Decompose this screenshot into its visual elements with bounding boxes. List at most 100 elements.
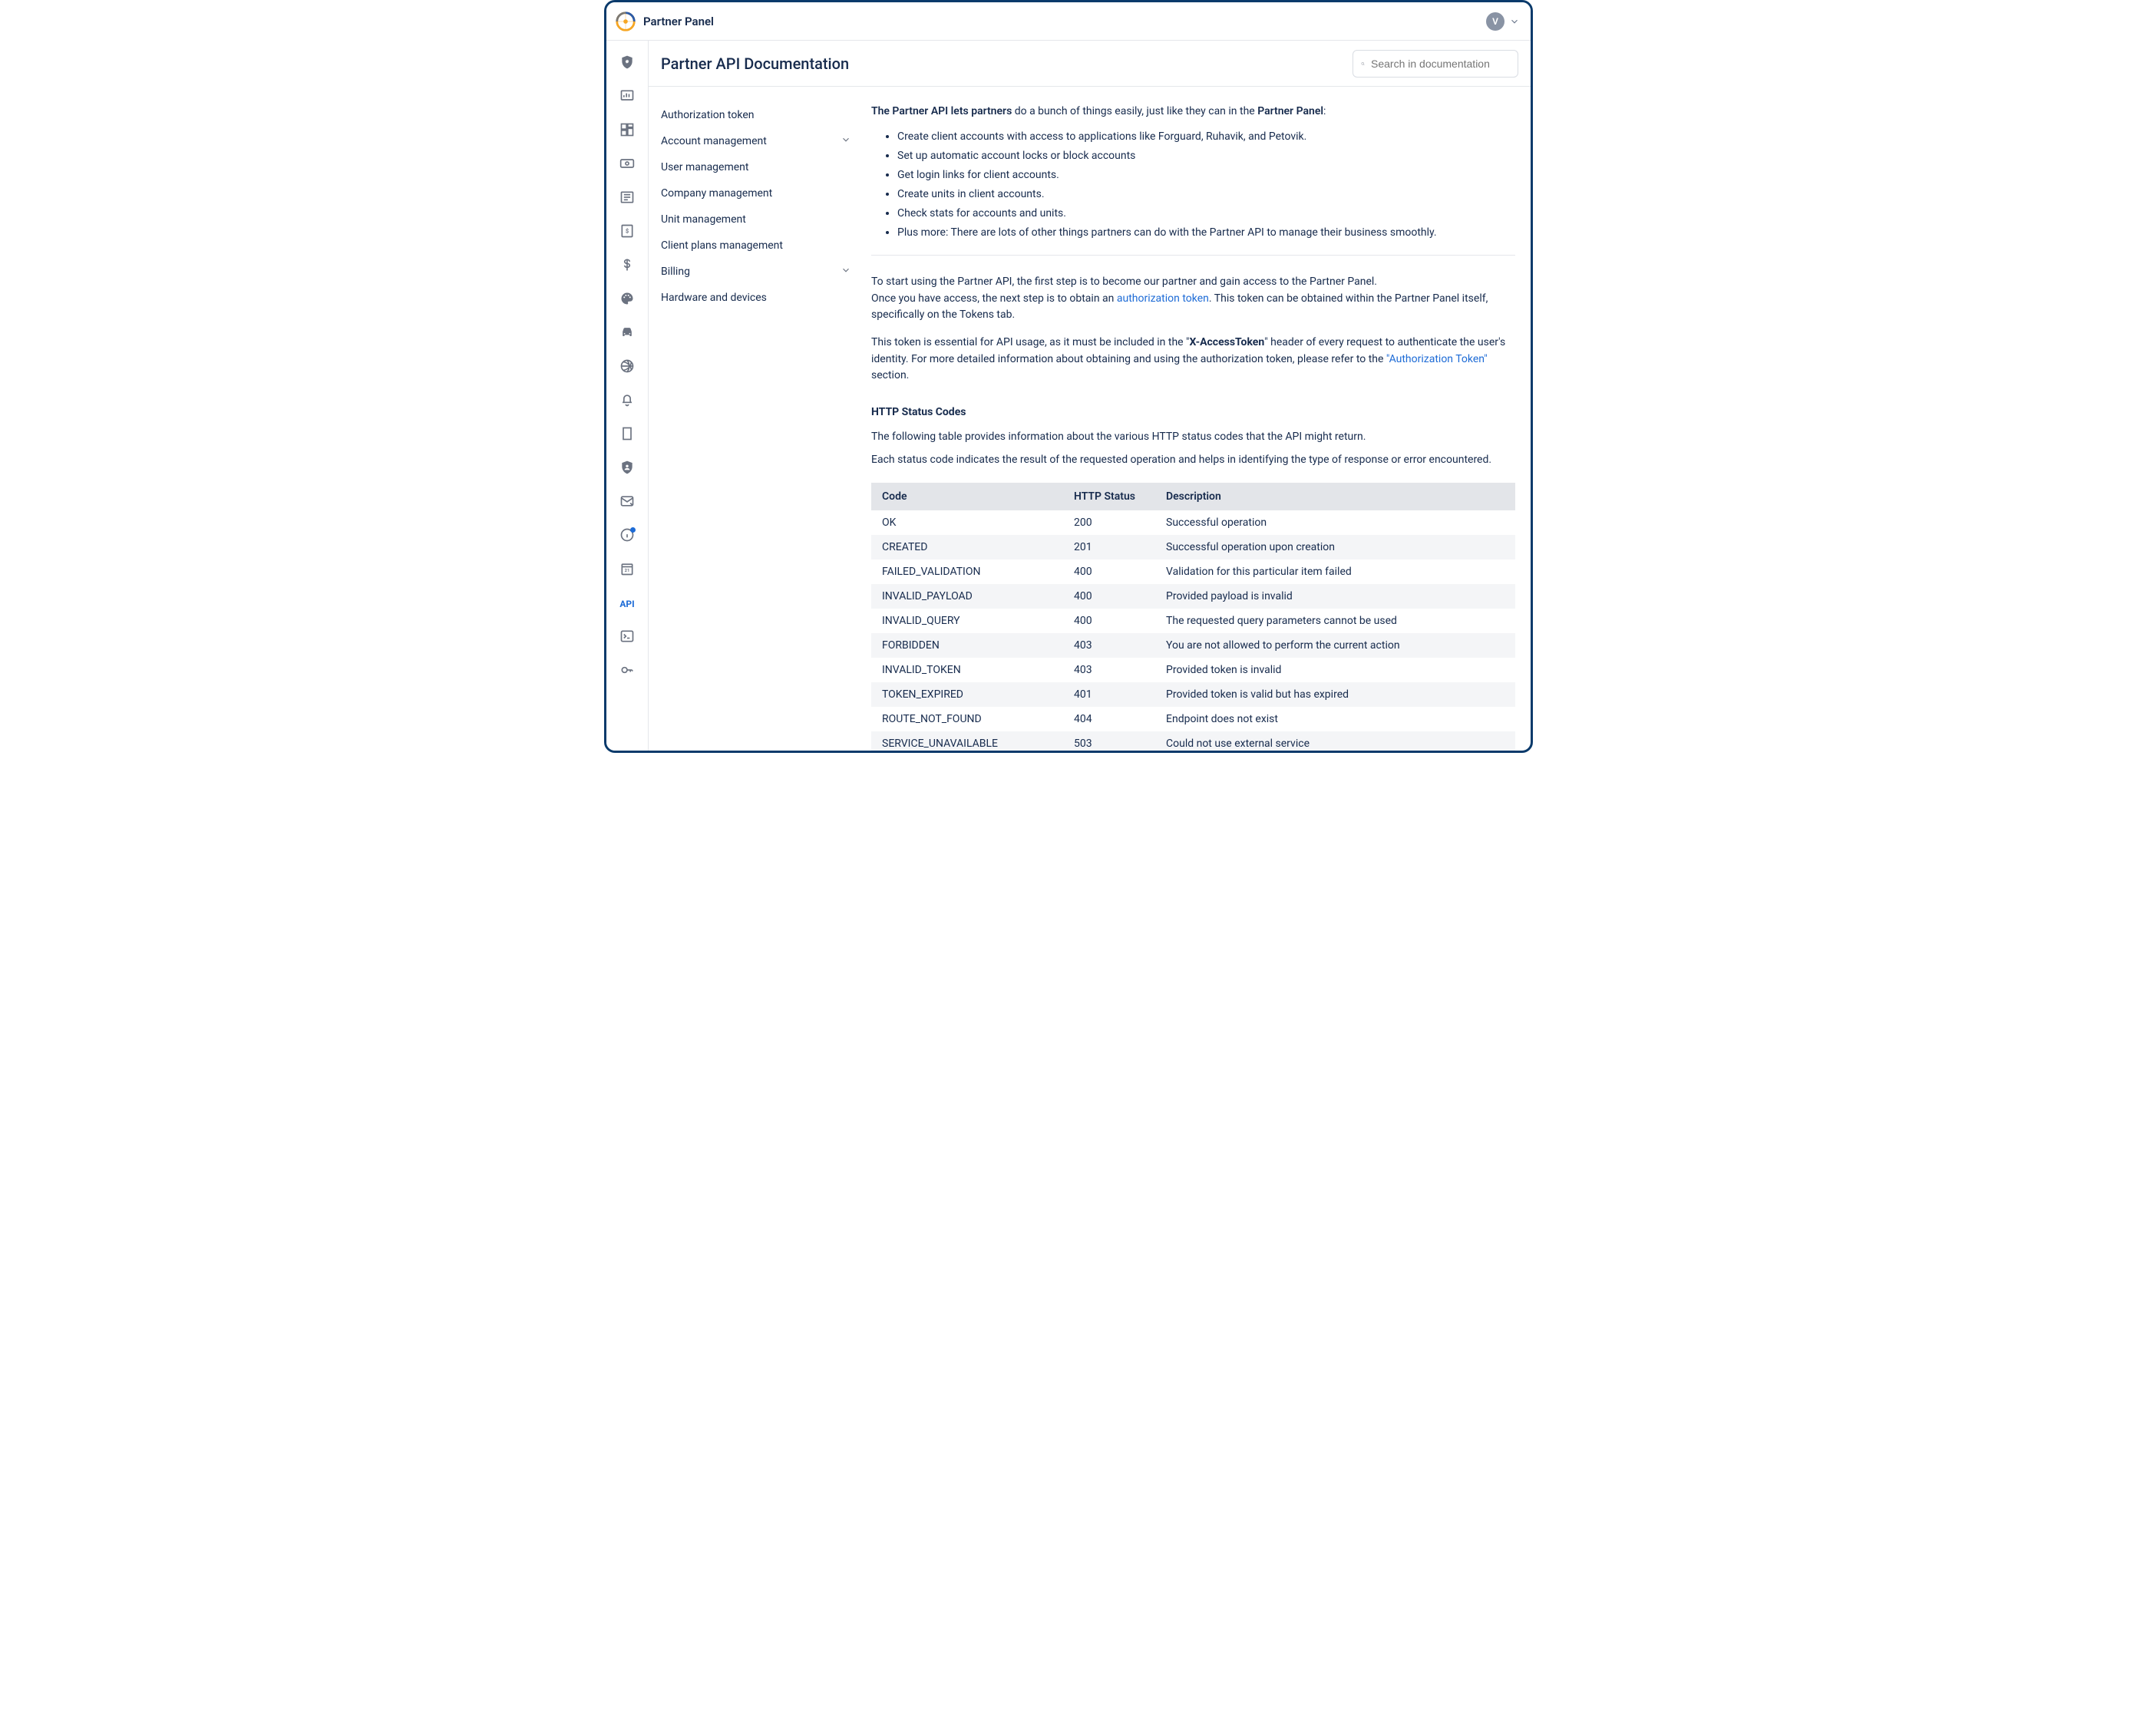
cell-code: ROUTE_NOT_FOUND [871, 707, 1063, 731]
cell-code: INVALID_QUERY [871, 609, 1063, 633]
api-nav[interactable]: API [613, 590, 641, 618]
status-codes-heading: HTTP Status Codes [871, 406, 1515, 418]
status-intro-1: The following table provides information… [871, 429, 1515, 446]
content: The Partner API lets partners do a bunch… [871, 87, 1531, 751]
cell-desc: Could not use external service [1155, 731, 1515, 751]
th-desc: Description [1155, 483, 1515, 510]
dashboard-nav[interactable] [613, 117, 641, 145]
cell-code: INVALID_PAYLOAD [871, 584, 1063, 609]
cell-code: TOKEN_EXPIRED [871, 682, 1063, 707]
cell-status: 404 [1063, 707, 1155, 731]
bell-nav[interactable] [613, 388, 641, 415]
toc-label: Billing [661, 266, 690, 278]
intro-line: The Partner API lets partners do a bunch… [871, 104, 1515, 120]
cell-desc: Provided token is invalid [1155, 658, 1515, 682]
terminal-nav[interactable] [613, 624, 641, 652]
avatar[interactable]: V [1486, 12, 1504, 31]
status-table: Code HTTP Status Description OK200Succes… [871, 483, 1515, 751]
intro-bullet: Get login links for client accounts. [897, 167, 1515, 183]
toc-item-unit-management[interactable]: Unit management [649, 206, 864, 233]
p2-pre: This token is essential for API usage, a… [871, 336, 1190, 348]
cell-desc: Endpoint does not exist [1155, 707, 1515, 731]
chart-nav[interactable] [613, 84, 641, 111]
table-row: FAILED_VALIDATION400Validation for this … [871, 559, 1515, 584]
brand: Partner Panel [614, 10, 714, 33]
search-box[interactable] [1353, 50, 1518, 78]
para-start: To start using the Partner API, the firs… [871, 274, 1515, 324]
car-nav[interactable] [613, 320, 641, 348]
payment-nav[interactable] [613, 151, 641, 179]
calendar-nav[interactable]: 21 [613, 556, 641, 584]
cell-status: 400 [1063, 559, 1155, 584]
toc-label: Client plans management [661, 239, 783, 252]
toc-item-billing[interactable]: Billing [649, 259, 864, 285]
chevron-down-icon[interactable] [1509, 16, 1520, 27]
table-row: INVALID_TOKEN403Provided token is invali… [871, 658, 1515, 682]
calendar-icon: 21 [619, 561, 635, 579]
authorization-token-link[interactable]: authorization token [1117, 292, 1209, 305]
cell-desc: The requested query parameters cannot be… [1155, 609, 1515, 633]
cell-desc: Validation for this particular item fail… [1155, 559, 1515, 584]
shield-settings-nav[interactable] [613, 50, 641, 78]
cell-status: 403 [1063, 658, 1155, 682]
cell-desc: Successful operation upon creation [1155, 535, 1515, 559]
cell-status: 200 [1063, 510, 1155, 535]
cell-desc: Successful operation [1155, 510, 1515, 535]
brand-logo-icon [614, 10, 637, 33]
cell-desc: Provided payload is invalid [1155, 584, 1515, 609]
mail-nav[interactable] [613, 489, 641, 517]
toc-item-account-management[interactable]: Account management [649, 128, 864, 154]
intro-bold-2: Partner Panel [1257, 105, 1323, 117]
news-nav[interactable] [613, 185, 641, 213]
bell-icon [619, 392, 635, 411]
cell-status: 400 [1063, 584, 1155, 609]
svg-text:$: $ [626, 228, 629, 235]
page-header: Partner API Documentation [649, 41, 1531, 87]
search-icon [1361, 57, 1365, 71]
svg-text:21: 21 [625, 569, 630, 573]
building-icon [619, 426, 635, 444]
authorization-token-section-link[interactable]: "Authorization Token" [1386, 353, 1488, 365]
table-row: CREATED201Successful operation upon crea… [871, 535, 1515, 559]
intro-bullet: Check stats for accounts and units. [897, 206, 1515, 222]
intro-bold-1: The Partner API lets partners [871, 105, 1012, 117]
toc-item-authorization-token[interactable]: Authorization token [649, 102, 864, 128]
basketball-nav[interactable] [613, 354, 641, 381]
info-nav[interactable] [613, 523, 641, 550]
cell-desc: Provided token is valid but has expired [1155, 682, 1515, 707]
toc: Authorization token Account management Use… [649, 87, 871, 751]
th-code: Code [871, 483, 1063, 510]
para-token: This token is essential for API usage, a… [871, 335, 1515, 384]
news-icon [619, 190, 635, 208]
th-status: HTTP Status [1063, 483, 1155, 510]
toc-label: Unit management [661, 213, 746, 226]
intro-end: : [1323, 105, 1326, 117]
notification-dot [630, 527, 636, 533]
palette-nav[interactable] [613, 286, 641, 314]
toc-label: Company management [661, 187, 772, 200]
shield-user-icon [619, 460, 635, 478]
cell-status: 401 [1063, 682, 1155, 707]
shield-user-nav[interactable] [613, 455, 641, 483]
search-input[interactable] [1371, 58, 1510, 70]
toc-item-hardware-and-devices[interactable]: Hardware and devices [649, 285, 864, 311]
toc-item-user-management[interactable]: User management [649, 154, 864, 180]
nav-rail: $21 API [606, 41, 649, 751]
payment-icon [619, 156, 635, 174]
toc-item-client-plans-management[interactable]: Client plans management [649, 233, 864, 259]
cell-code: INVALID_TOKEN [871, 658, 1063, 682]
key-nav[interactable] [613, 658, 641, 685]
basketball-icon [619, 358, 635, 377]
toc-label: Authorization token [661, 109, 754, 121]
car-icon [619, 325, 635, 343]
toc-label: User management [661, 161, 748, 173]
brand-name: Partner Panel [643, 15, 714, 28]
invoice-nav[interactable]: $ [613, 219, 641, 246]
cell-status: 400 [1063, 609, 1155, 633]
cell-code: OK [871, 510, 1063, 535]
dollar-nav[interactable] [613, 252, 641, 280]
key-icon [619, 662, 635, 681]
toc-item-company-management[interactable]: Company management [649, 180, 864, 206]
building-nav[interactable] [613, 421, 641, 449]
intro-bullet: Create units in client accounts. [897, 186, 1515, 203]
